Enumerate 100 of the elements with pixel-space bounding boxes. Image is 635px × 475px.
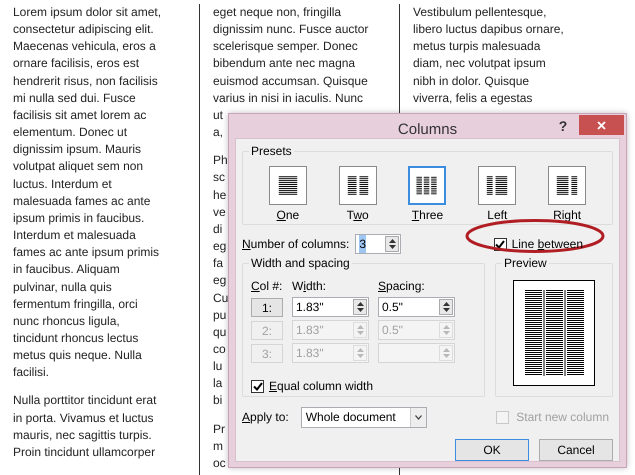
text-line: co: [213, 340, 226, 358]
text-line: volutpat aliquet sem non: [13, 158, 144, 176]
up-arrow-icon: [356, 302, 364, 306]
column-header: Col #:: [251, 278, 283, 294]
text-line: facilisi.: [13, 364, 50, 382]
columns-spinbox[interactable]: 3: [355, 234, 402, 254]
number-field[interactable]: [378, 343, 455, 363]
text-line: nibh in dolor. Quisque: [413, 72, 530, 90]
text-line: Cu: [213, 290, 228, 306]
dialog-button[interactable]: OK: [455, 439, 529, 461]
spin-buttons[interactable]: [353, 299, 367, 315]
text-line: ipsum primis in faucibus.: [13, 210, 144, 227]
text-line: diam, nec volutpat ipsum: [413, 55, 546, 72]
up-arrow-icon: [356, 325, 364, 329]
text-line: Ph: [213, 152, 228, 170]
text-line: a,: [213, 124, 224, 142]
text-line: facilisis sit amet lorem ac: [13, 106, 146, 124]
text-line: metus quis neque. Nulla: [13, 347, 142, 364]
apply-to-dropdown[interactable]: Whole document: [300, 406, 427, 428]
text-line: fa: [213, 255, 224, 272]
text-line: ut: [213, 106, 224, 124]
text-line: Maecenas vehicula, eros a: [13, 38, 156, 56]
text-line: tincidunt rhoncus lectus: [13, 330, 138, 347]
text-line: euismod accumsan. Quisque: [213, 72, 368, 90]
text-line: ve: [213, 204, 226, 221]
checkbox-label: Line between: [512, 236, 583, 253]
text-line: mauris, nec sagittis turpis.: [13, 426, 152, 444]
number-field[interactable]: 0.5": [378, 297, 455, 317]
group-title: Width and spacing: [249, 255, 352, 271]
text-line: Nulla porttitor tincidunt erat: [13, 392, 156, 410]
spin-buttons[interactable]: [385, 236, 400, 252]
text-line: di: [213, 220, 222, 238]
help-button[interactable]: ?: [553, 116, 573, 136]
text-line: Interdum et malesuada: [13, 227, 136, 244]
checkbox-label: Start new column: [516, 409, 609, 426]
text-line: oc: [213, 454, 226, 472]
window-title: Columns: [398, 120, 458, 140]
text-line: nunc rhoncus ligula,: [13, 312, 120, 330]
text-line: bibendum ante nec magna: [213, 55, 356, 72]
dialog-button[interactable]: Cancel: [539, 439, 613, 461]
text-line: elementum. Donec ut: [13, 124, 128, 142]
text-line: pulvinar, nulla quis: [13, 278, 112, 296]
up-arrow-icon: [356, 348, 364, 352]
up-arrow-icon: [388, 239, 396, 243]
text-line: metus turpis malesuada: [413, 38, 540, 56]
text-line: varius in nisi in iaculis. Nunc: [213, 90, 364, 107]
text-line: fermentum fringilla, orci: [13, 296, 138, 313]
check-icon: [252, 382, 262, 390]
text-line: fames ac ante ipsum primis: [13, 244, 160, 262]
column-header: Spacing:: [378, 278, 426, 294]
text-line: la: [213, 375, 222, 392]
text-line: Vestibulum pellentesque,: [413, 4, 546, 21]
down-arrow-icon: [442, 354, 450, 358]
text-line: libero luctus dapibus ornare,: [413, 21, 564, 38]
close-button[interactable]: [579, 115, 624, 135]
column-header: Width:: [292, 278, 328, 294]
text-line: malesuada fames ac ante: [13, 192, 150, 210]
up-arrow-icon: [442, 348, 450, 352]
text-line: lu: [213, 358, 222, 376]
up-arrow-icon: [442, 302, 450, 306]
text-line: ornare facilisis, eros est: [13, 55, 140, 72]
close-icon: [597, 120, 606, 130]
text-line: he: [213, 186, 226, 204]
check-icon: [495, 240, 506, 248]
number-field[interactable]: 1.83": [292, 297, 369, 317]
text-line: dignissim nunc. Fusce auctor: [213, 21, 368, 38]
down-arrow-icon: [356, 354, 364, 358]
text-line: bi: [213, 392, 222, 410]
field-label: Apply to:: [242, 409, 289, 426]
down-arrow-icon: [356, 308, 364, 312]
text-line: scelerisque semper. Donec: [213, 38, 358, 56]
text-line: hendrerit risus, non facilisis: [13, 72, 158, 90]
column-number-button[interactable]: 1:: [251, 298, 283, 316]
text-line: in porta. Vivamus et luctus: [13, 410, 154, 427]
chevron-down-icon: [414, 414, 422, 420]
text-line: pu: [213, 306, 226, 324]
checkbox-label: Equal column width: [269, 378, 374, 395]
field-label: Number of columns:: [242, 236, 350, 253]
text-line: luctus. Interdum et: [13, 176, 112, 193]
down-arrow-icon: [442, 331, 450, 335]
down-arrow-icon: [356, 331, 364, 335]
text-line: qu: [213, 324, 226, 341]
down-arrow-icon: [442, 308, 450, 312]
text-line: in faucibus. Aliquam: [13, 261, 120, 278]
text-line: dignissim ipsum. Mauris: [13, 141, 142, 158]
text-line: eg: [213, 272, 226, 290]
text-line: consectetur adipiscing elit.: [13, 21, 154, 38]
text-line: eg: [213, 238, 226, 256]
text-line: Proin tincidunt ullamcorper: [13, 444, 156, 461]
text-line: viverra, felis a egestas: [413, 90, 532, 107]
down-arrow-icon: [388, 245, 396, 249]
text-line: Pr: [213, 420, 225, 438]
text-line: eget neque non, fringilla: [213, 4, 342, 21]
spin-buttons[interactable]: [439, 299, 453, 315]
up-arrow-icon: [442, 325, 450, 329]
text-line: mi nulla sed dui. Fusce: [13, 90, 136, 107]
checkbox[interactable]: [251, 380, 264, 392]
text-line: m: [213, 438, 223, 455]
text-line: Lorem ipsum dolor sit amet,: [13, 4, 162, 21]
text-line: sc: [213, 169, 225, 186]
